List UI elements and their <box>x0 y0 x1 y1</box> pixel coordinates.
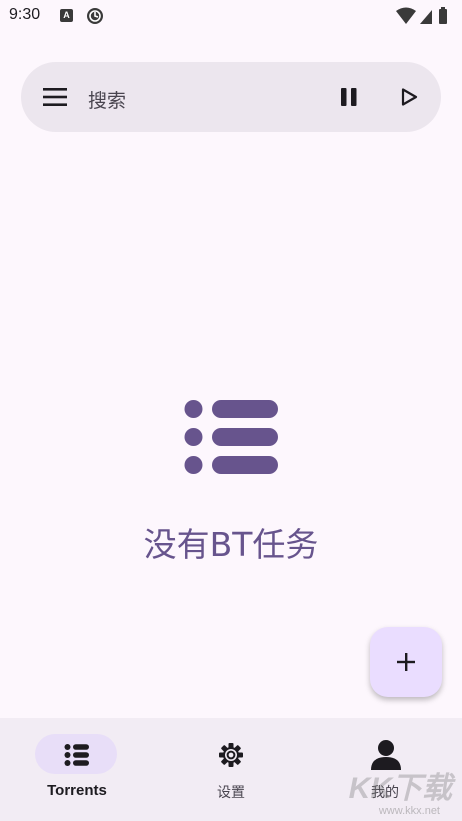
nav-item-torrents[interactable]: Torrents <box>0 718 154 821</box>
nav-label-torrents: Torrents <box>47 782 107 799</box>
watermark-url: www.kkx.net <box>378 805 440 817</box>
watermark-logo: KK下载 <box>348 772 452 805</box>
empty-list-icon <box>184 400 278 474</box>
status-right-icons <box>396 7 447 24</box>
status-time: 9:30 <box>9 6 41 23</box>
battery-icon <box>439 7 447 24</box>
signal-icon <box>420 10 432 24</box>
wifi-icon <box>396 7 416 24</box>
bottom-navigation: Torrents 设置 我的 KK下载 www.kkx.net <box>0 718 462 821</box>
pause-all-icon[interactable] <box>338 86 360 108</box>
list-icon <box>64 744 89 766</box>
empty-state-message: 没有BT任务 <box>143 525 319 564</box>
nav-item-settings[interactable]: 设置 <box>154 718 308 821</box>
nav-label-settings: 设置 <box>217 785 245 801</box>
notification-a-icon: A <box>60 9 73 22</box>
notification-clock-icon <box>87 8 103 24</box>
search-bar[interactable]: 搜索 <box>21 62 441 132</box>
search-input[interactable]: 搜索 <box>88 86 126 113</box>
resume-all-icon[interactable] <box>400 88 418 106</box>
add-torrent-button[interactable] <box>370 627 442 697</box>
menu-icon[interactable] <box>43 87 69 107</box>
plus-icon <box>397 653 415 671</box>
gear-icon <box>219 743 243 767</box>
status-bar: 9:30 A <box>0 0 462 32</box>
